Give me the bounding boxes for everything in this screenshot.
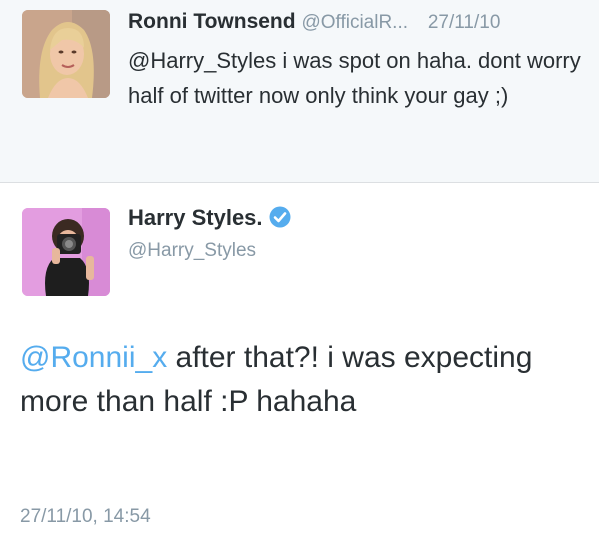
profile-photo-icon [22,10,110,98]
display-name[interactable]: Harry Styles. [128,203,291,236]
tweet-timestamp[interactable]: 27/11/10, 14:54 [20,504,151,530]
display-name-text[interactable]: Harry Styles. [128,205,263,230]
avatar[interactable] [22,208,110,296]
tweet-date[interactable]: 27/11/10 [428,12,501,33]
avatar[interactable] [22,10,110,98]
profile-photo-icon [22,208,110,296]
username[interactable]: @OfficialR... [301,12,408,33]
mention-link[interactable]: @Ronnii_x [20,341,167,374]
tweet-header: Ronni Townsend @OfficialR... 27/11/10 [128,8,593,37]
username[interactable]: @Harry_Styles [128,238,256,264]
divider [0,182,599,183]
tweet-text: @Harry_Styles i was spot on haha. dont w… [128,48,581,108]
tweet-text: @Ronnii_x after that?! i was expecting m… [20,336,580,424]
display-name[interactable]: Ronni Townsend [128,10,296,33]
verified-badge-icon [269,206,291,236]
tweet-ronni[interactable]: Ronni Townsend @OfficialR... 27/11/10 @H… [0,0,599,182]
